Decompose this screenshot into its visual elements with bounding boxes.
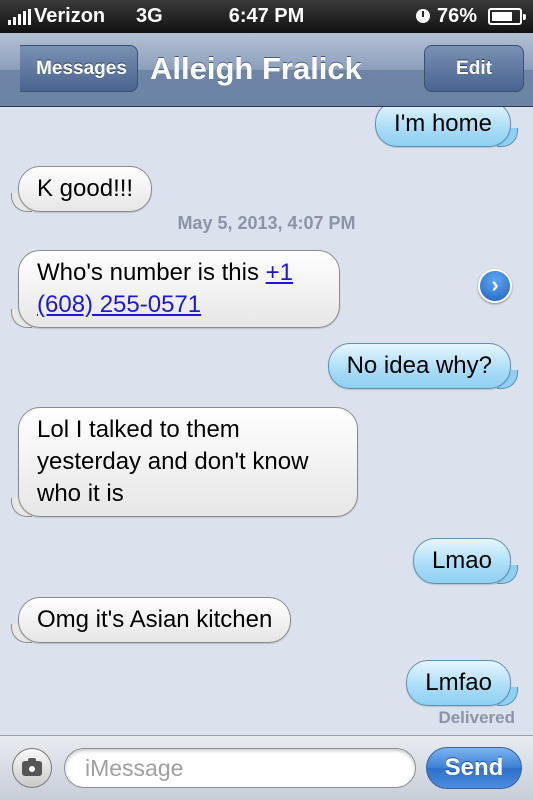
navigation-bar: Messages Alleigh Fralick Edit: [0, 33, 533, 107]
conversation-title: Alleigh Fralick: [150, 51, 362, 86]
clock-icon: [416, 9, 430, 23]
message-bubble-incoming[interactable]: Lol I talked to them yesterday and don't…: [18, 407, 358, 517]
battery-icon: [488, 8, 526, 25]
message-thread[interactable]: I'm home K good!!! May 5, 2013, 4:07 PM …: [0, 107, 533, 735]
message-bubble-incoming[interactable]: Omg it's Asian kitchen: [18, 597, 292, 643]
message-bubble-incoming[interactable]: K good!!!: [18, 166, 153, 212]
message-bubble-incoming[interactable]: Who's number is this +1 (608) 255-0571: [18, 250, 340, 328]
battery-percentage: 76%: [437, 5, 478, 27]
back-button[interactable]: Messages: [20, 45, 138, 92]
back-button-label: Messages: [36, 57, 127, 79]
edit-button[interactable]: Edit: [424, 45, 524, 92]
delivered-status: Delivered: [438, 708, 515, 727]
message-input-bar: Send: [0, 735, 533, 800]
camera-icon: [22, 757, 42, 776]
message-bubble-outgoing[interactable]: No idea why?: [327, 343, 519, 389]
message-text: Who's number is this: [37, 259, 266, 286]
message-bubble-outgoing[interactable]: I'm home: [375, 107, 518, 147]
status-bar: Verizon 3G 6:47 PM 76%: [0, 0, 533, 33]
message-timestamp: May 5, 2013, 4:07 PM: [177, 213, 356, 233]
camera-button[interactable]: [12, 748, 52, 788]
imessage-input[interactable]: [64, 748, 416, 788]
message-bubble-outgoing[interactable]: Lmao: [412, 538, 519, 584]
chevron-right-icon[interactable]: ›: [478, 269, 512, 303]
send-button[interactable]: Send: [426, 747, 522, 789]
message-bubble-outgoing[interactable]: Lmfao: [406, 660, 518, 706]
